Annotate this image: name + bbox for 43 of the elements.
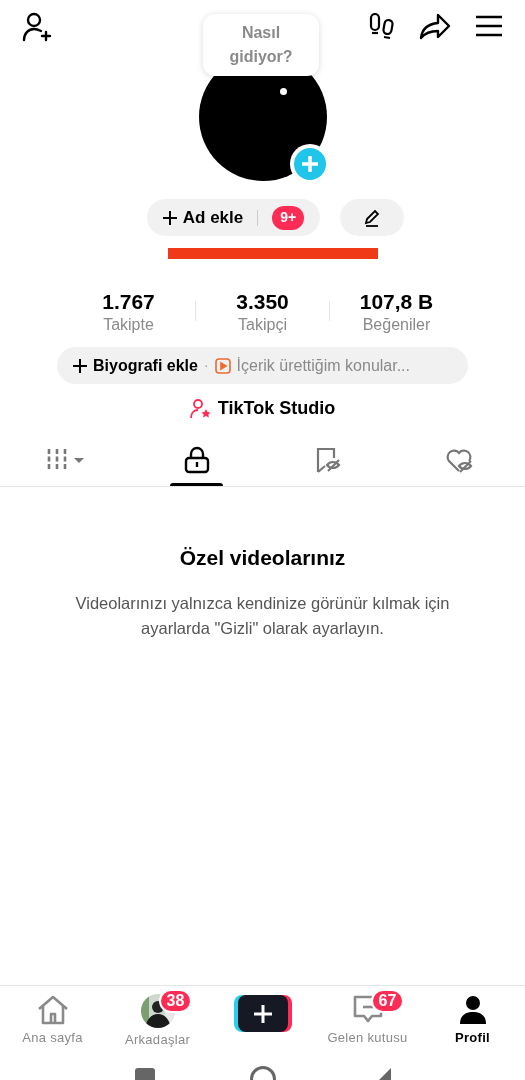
plus-icon: [162, 210, 177, 225]
nav-item[interactable]: Ana sayfa: [0, 986, 105, 1047]
studio-link[interactable]: TikTok Studio: [0, 395, 525, 422]
stat-label: Beğeniler: [362, 315, 431, 335]
empty-message: Videolarınızı yalnızca kendinize görünür kılmak için ayarlarda "Gizli" olarak ayarlayın.: [74, 592, 451, 639]
bubble-text: Nasıl gidiyor?: [228, 23, 294, 67]
stat-value: 3.350: [236, 289, 289, 315]
add-bio-label: Biyografi ekle: [93, 355, 198, 376]
nav-label: Profil: [455, 1028, 490, 1047]
count-badge: 67: [370, 989, 405, 1013]
nav-item[interactable]: Profil: [420, 986, 525, 1047]
person-star-icon: [189, 398, 212, 419]
heart-hidden-icon: [444, 446, 475, 474]
nav-item[interactable]: 67 Gelen kutusu: [315, 986, 420, 1047]
empty-title: Özel videolarınız: [179, 545, 346, 571]
nav-label: Gelen kutusu: [327, 1028, 408, 1047]
menu-icon[interactable]: [475, 14, 503, 38]
separator: ·: [203, 356, 209, 375]
bio-bar[interactable]: Biyografi ekle · İçerik ürettiğim konular...: [57, 347, 468, 384]
share-icon[interactable]: [419, 12, 451, 40]
play-icon: [214, 357, 231, 374]
stat-value: 107,8 B: [359, 289, 434, 315]
edit-button[interactable]: [340, 199, 405, 236]
stat-label: Takipçi: [238, 315, 287, 335]
count-badge: 38: [158, 989, 193, 1013]
bio-hint: İçerik ürettiğim konular...: [236, 355, 410, 376]
plus-icon: [253, 1004, 272, 1023]
person-icon: [459, 995, 486, 1024]
bookmark-hidden-icon: [314, 446, 343, 474]
plus-icon: [294, 148, 326, 180]
footprints-icon[interactable]: [369, 12, 395, 40]
notification-badge: 9+: [272, 205, 305, 230]
nav-label: Ana sayfa: [22, 1028, 83, 1047]
pencil-icon: [363, 208, 382, 227]
add-friend-icon[interactable]: [22, 12, 54, 42]
stat-value: 1.767: [102, 289, 155, 315]
lock-icon: [183, 446, 210, 474]
add-name-button[interactable]: Ad ekle 9+: [146, 199, 321, 236]
stat-label: Takipte: [103, 315, 154, 335]
create-button[interactable]: [233, 995, 292, 1033]
nav-item[interactable]: 38 Arkadaşlar: [105, 986, 210, 1047]
nav-label: Arkadaşlar: [124, 1031, 191, 1049]
plus-icon: [73, 358, 87, 373]
